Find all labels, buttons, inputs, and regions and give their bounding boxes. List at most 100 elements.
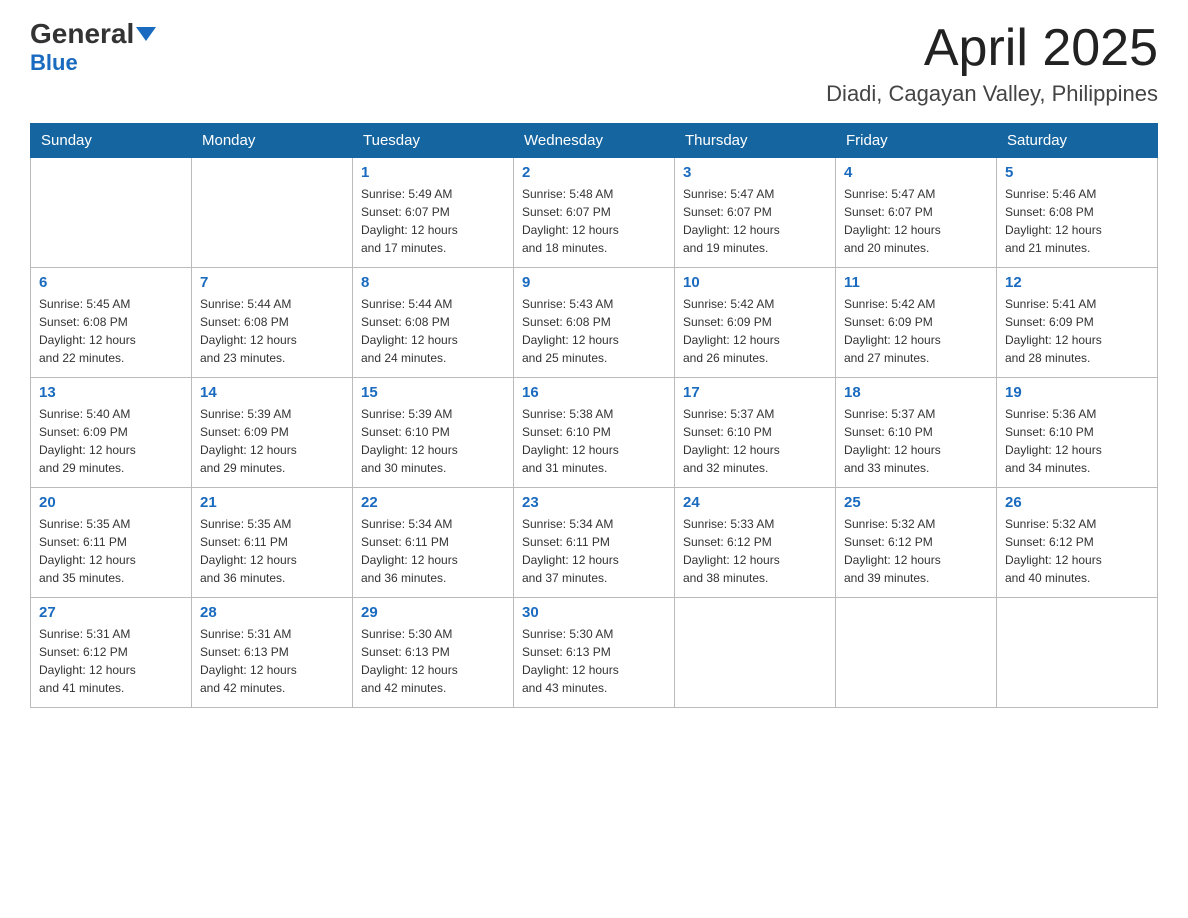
table-row [192,158,353,268]
calendar-row: 27Sunrise: 5:31 AM Sunset: 6:12 PM Dayli… [31,598,1158,708]
calendar-header-row: Sunday Monday Tuesday Wednesday Thursday… [31,124,1158,158]
day-info: Sunrise: 5:48 AM Sunset: 6:07 PM Dayligh… [522,185,666,257]
day-number: 1 [361,164,505,181]
table-row: 29 Sunrise: 5:30 AM Sunset: 6:13 PM Dayli… [353,598,514,708]
table-row [997,598,1158,708]
table-row: 22 Sunrise: 5:34 AM Sunset: 6:11 PM Dayli… [353,488,514,598]
day-info: Sunrise: 5:41 AM Sunset: 6:09 PM Dayligh… [1005,295,1149,367]
table-row: 24 Sunrise: 5:33 AM Sunset: 6:12 PM Dayli… [675,488,836,598]
day-number: 11 [844,274,988,291]
col-saturday: Saturday [997,124,1158,158]
day-number: 30 [522,604,666,621]
logo-blue: Blue [30,50,78,76]
day-number: 29 [361,604,505,621]
table-row [836,598,997,708]
day-info: Sunrise: 5:42 AM Sunset: 6:09 PM Dayligh… [683,295,827,367]
day-number: 2 [522,164,666,181]
table-row: 19 Sunrise: 5:36 AM Sunset: 6:10 PM Dayli… [997,378,1158,488]
day-info: Sunrise: 5:45 AM Sunset: 6:08 PM Dayligh… [39,295,183,367]
day-number: 21 [200,494,344,511]
calendar-row: 6 Sunrise: 5:45 AM Sunset: 6:08 PM Daylig… [31,268,1158,378]
table-row: 6 Sunrise: 5:45 AM Sunset: 6:08 PM Daylig… [31,268,192,378]
table-row: 30 Sunrise: 5:30 AM Sunset: 6:13 PM Dayli… [514,598,675,708]
day-info: Sunrise: 5:35 AM Sunset: 6:11 PM Dayligh… [200,515,344,587]
day-number: 10 [683,274,827,291]
day-number: 24 [683,494,827,511]
day-number: 13 [39,384,183,401]
table-row: 27Sunrise: 5:31 AM Sunset: 6:12 PM Dayli… [31,598,192,708]
day-info: Sunrise: 5:47 AM Sunset: 6:07 PM Dayligh… [683,185,827,257]
table-row: 17Sunrise: 5:37 AM Sunset: 6:10 PM Dayli… [675,378,836,488]
table-row: 7 Sunrise: 5:44 AM Sunset: 6:08 PM Daylig… [192,268,353,378]
table-row: 5 Sunrise: 5:46 AM Sunset: 6:08 PM Daylig… [997,158,1158,268]
day-number: 15 [361,384,505,401]
col-friday: Friday [836,124,997,158]
col-sunday: Sunday [31,124,192,158]
day-info: Sunrise: 5:32 AM Sunset: 6:12 PM Dayligh… [1005,515,1149,587]
day-number: 20 [39,494,183,511]
table-row: 16 Sunrise: 5:38 AM Sunset: 6:10 PM Dayli… [514,378,675,488]
day-number: 27 [39,604,183,621]
table-row: 12 Sunrise: 5:41 AM Sunset: 6:09 PM Dayli… [997,268,1158,378]
table-row: 26 Sunrise: 5:32 AM Sunset: 6:12 PM Dayli… [997,488,1158,598]
day-number: 16 [522,384,666,401]
day-number: 12 [1005,274,1149,291]
logo-triangle-icon [136,27,156,41]
table-row: 8 Sunrise: 5:44 AM Sunset: 6:08 PM Daylig… [353,268,514,378]
logo: General Blue [30,20,156,76]
day-info: Sunrise: 5:38 AM Sunset: 6:10 PM Dayligh… [522,405,666,477]
table-row: 9 Sunrise: 5:43 AM Sunset: 6:08 PM Daylig… [514,268,675,378]
day-number: 3 [683,164,827,181]
col-tuesday: Tuesday [353,124,514,158]
table-row: 14 Sunrise: 5:39 AM Sunset: 6:09 PM Dayli… [192,378,353,488]
day-number: 6 [39,274,183,291]
day-info: Sunrise: 5:39 AM Sunset: 6:09 PM Dayligh… [200,405,344,477]
title-section: April 2025 Diadi, Cagayan Valley, Philip… [826,20,1158,107]
table-row: 13 Sunrise: 5:40 AM Sunset: 6:09 PM Dayli… [31,378,192,488]
day-info: Sunrise: 5:43 AM Sunset: 6:08 PM Dayligh… [522,295,666,367]
day-number: 4 [844,164,988,181]
table-row: 28 Sunrise: 5:31 AM Sunset: 6:13 PM Dayli… [192,598,353,708]
page-header: General Blue April 2025 Diadi, Cagayan V… [30,20,1158,107]
table-row: 1 Sunrise: 5:49 AM Sunset: 6:07 PM Daylig… [353,158,514,268]
day-number: 8 [361,274,505,291]
day-info: Sunrise: 5:31 AM Sunset: 6:13 PM Dayligh… [200,625,344,697]
day-number: 28 [200,604,344,621]
day-info: Sunrise: 5:33 AM Sunset: 6:12 PM Dayligh… [683,515,827,587]
table-row: 25 Sunrise: 5:32 AM Sunset: 6:12 PM Dayli… [836,488,997,598]
day-info: Sunrise: 5:30 AM Sunset: 6:13 PM Dayligh… [522,625,666,697]
day-info: Sunrise: 5:49 AM Sunset: 6:07 PM Dayligh… [361,185,505,257]
calendar-table: Sunday Monday Tuesday Wednesday Thursday… [30,123,1158,708]
table-row: 10 Sunrise: 5:42 AM Sunset: 6:09 PM Dayli… [675,268,836,378]
day-info: Sunrise: 5:37 AM Sunset: 6:10 PM Dayligh… [844,405,988,477]
logo-general: General [30,20,134,48]
day-number: 17 [683,384,827,401]
table-row: 2 Sunrise: 5:48 AM Sunset: 6:07 PM Daylig… [514,158,675,268]
col-monday: Monday [192,124,353,158]
day-number: 19 [1005,384,1149,401]
day-info: Sunrise: 5:34 AM Sunset: 6:11 PM Dayligh… [361,515,505,587]
table-row [31,158,192,268]
col-thursday: Thursday [675,124,836,158]
day-number: 7 [200,274,344,291]
day-number: 14 [200,384,344,401]
day-info: Sunrise: 5:47 AM Sunset: 6:07 PM Dayligh… [844,185,988,257]
day-info: Sunrise: 5:40 AM Sunset: 6:09 PM Dayligh… [39,405,183,477]
day-number: 22 [361,494,505,511]
day-number: 18 [844,384,988,401]
day-info: Sunrise: 5:32 AM Sunset: 6:12 PM Dayligh… [844,515,988,587]
calendar-row: 20 Sunrise: 5:35 AM Sunset: 6:11 PM Dayli… [31,488,1158,598]
table-row: 18 Sunrise: 5:37 AM Sunset: 6:10 PM Dayli… [836,378,997,488]
day-info: Sunrise: 5:34 AM Sunset: 6:11 PM Dayligh… [522,515,666,587]
table-row: 15Sunrise: 5:39 AM Sunset: 6:10 PM Dayli… [353,378,514,488]
day-number: 9 [522,274,666,291]
day-number: 26 [1005,494,1149,511]
day-info: Sunrise: 5:44 AM Sunset: 6:08 PM Dayligh… [361,295,505,367]
day-info: Sunrise: 5:46 AM Sunset: 6:08 PM Dayligh… [1005,185,1149,257]
day-number: 5 [1005,164,1149,181]
day-info: Sunrise: 5:44 AM Sunset: 6:08 PM Dayligh… [200,295,344,367]
day-info: Sunrise: 5:36 AM Sunset: 6:10 PM Dayligh… [1005,405,1149,477]
day-info: Sunrise: 5:30 AM Sunset: 6:13 PM Dayligh… [361,625,505,697]
day-number: 25 [844,494,988,511]
calendar-row: 13 Sunrise: 5:40 AM Sunset: 6:09 PM Dayli… [31,378,1158,488]
